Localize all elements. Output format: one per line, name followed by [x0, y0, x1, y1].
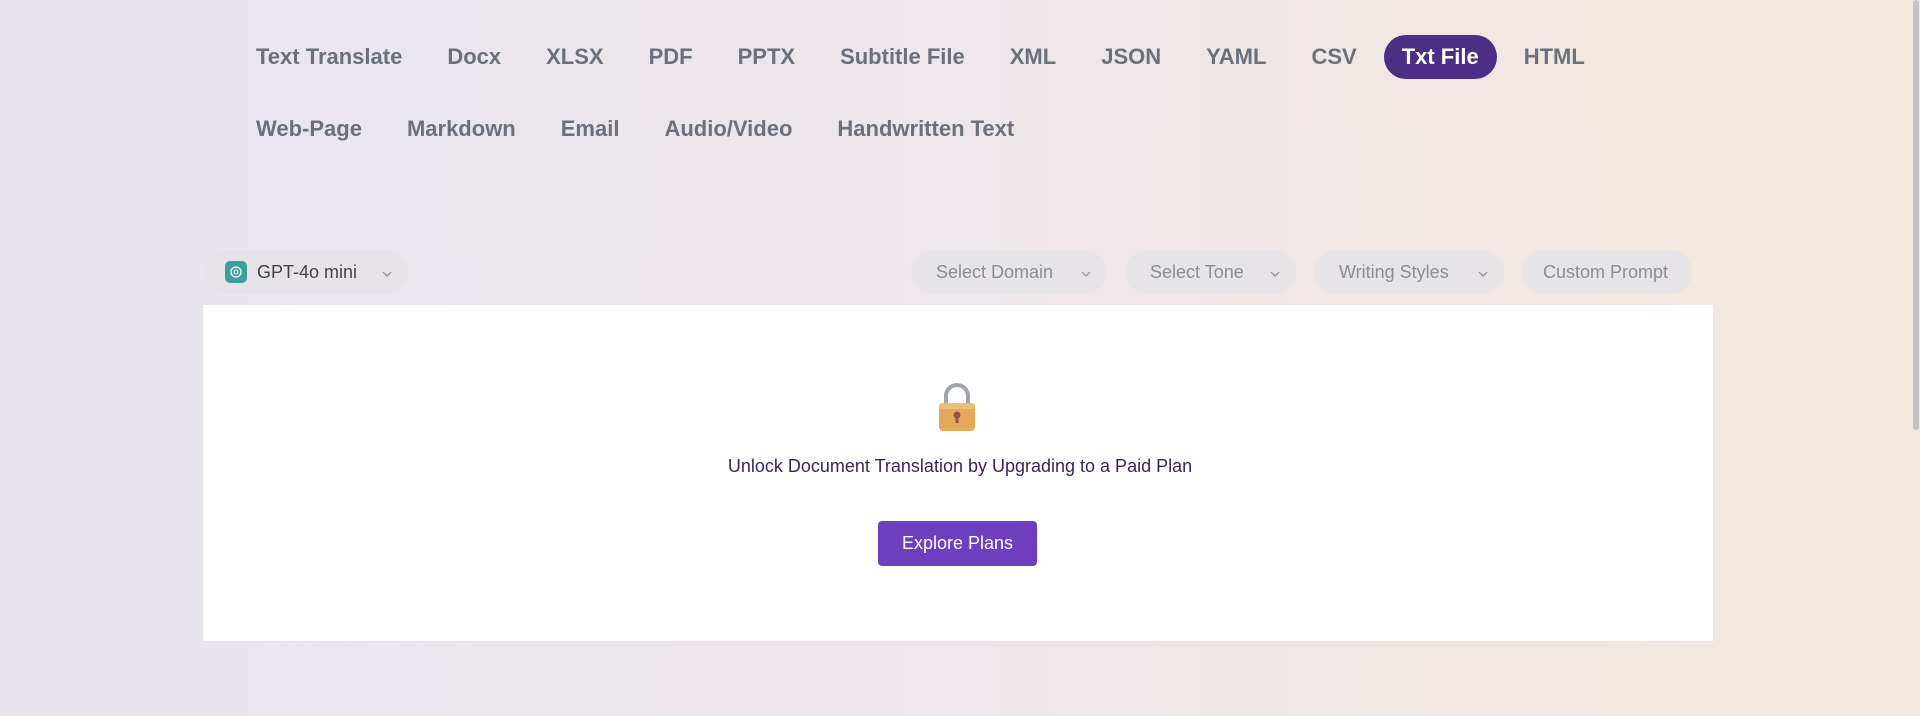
openai-logo-icon: [225, 261, 247, 283]
lock-icon: [939, 383, 975, 431]
tabs-row-2: Web-Page Markdown Email Audio/Video Hand…: [238, 107, 1041, 151]
tab-pdf[interactable]: PDF: [631, 35, 711, 79]
tab-web-page[interactable]: Web-Page: [238, 107, 380, 151]
model-select-value: GPT-4o mini: [257, 261, 358, 282]
tab-subtitle-file[interactable]: Subtitle File: [822, 35, 983, 79]
select-domain-label: Select Domain: [936, 261, 1054, 282]
tab-text-translate[interactable]: Text Translate: [238, 35, 420, 79]
tab-yaml[interactable]: YAML: [1188, 35, 1284, 79]
chevron-down-icon: [380, 265, 394, 279]
chevron-down-icon: [1079, 265, 1093, 279]
tab-json[interactable]: JSON: [1083, 35, 1179, 79]
tab-audio-video[interactable]: Audio/Video: [646, 107, 810, 151]
tab-markdown[interactable]: Markdown: [389, 107, 534, 151]
tab-txt-file[interactable]: Txt File: [1383, 35, 1497, 79]
scrollbar-thumb[interactable]: [1913, 0, 1919, 430]
explore-plans-button[interactable]: Explore Plans: [878, 521, 1037, 566]
upgrade-message: Unlock Document Translation by Upgrading…: [727, 456, 1193, 476]
writing-styles-label: Writing Styles: [1339, 261, 1449, 282]
tab-xlsx[interactable]: XLSX: [528, 35, 621, 79]
tab-xml[interactable]: XML: [992, 35, 1074, 79]
model-select[interactable]: GPT-4o mini: [204, 250, 408, 294]
tab-email[interactable]: Email: [543, 107, 638, 151]
tab-docx[interactable]: Docx: [429, 35, 519, 79]
tab-html[interactable]: HTML: [1506, 35, 1603, 79]
select-tone-label: Select Tone: [1150, 261, 1244, 282]
scrollbar[interactable]: [1912, 0, 1920, 716]
tab-pptx[interactable]: PPTX: [720, 35, 813, 79]
select-tone-dropdown[interactable]: Select Tone: [1125, 250, 1296, 294]
chevron-down-icon: [1268, 265, 1282, 279]
select-domain-dropdown[interactable]: Select Domain: [911, 250, 1107, 294]
tab-handwritten-text[interactable]: Handwritten Text: [819, 107, 1032, 151]
tabs-row-1: Text Translate Docx XLSX PDF PPTX Subtit…: [238, 35, 1612, 79]
custom-prompt-label: Custom Prompt: [1543, 261, 1669, 282]
tab-csv[interactable]: CSV: [1293, 35, 1374, 79]
chevron-down-icon: [1476, 265, 1490, 279]
custom-prompt-button[interactable]: Custom Prompt: [1521, 250, 1692, 294]
writing-styles-dropdown[interactable]: Writing Styles: [1314, 250, 1504, 294]
